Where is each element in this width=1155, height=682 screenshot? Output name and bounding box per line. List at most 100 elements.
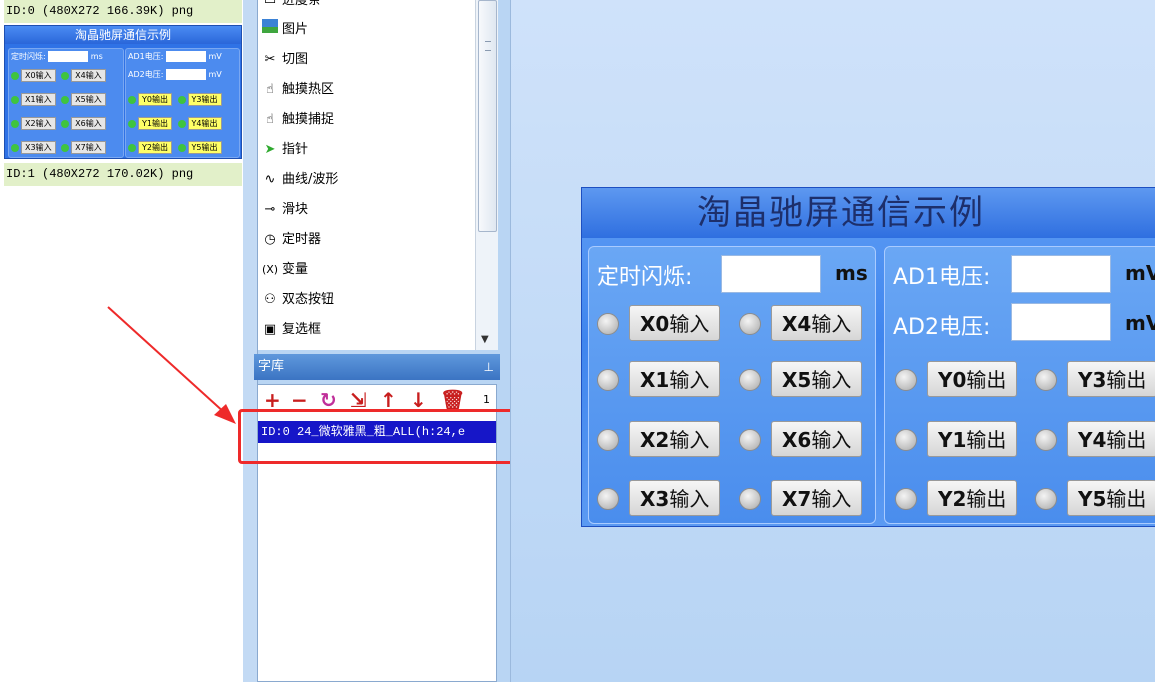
hand-icon: ☝ (266, 82, 274, 97)
picture-icon (260, 17, 280, 43)
x1-input-button[interactable]: X1输入 (629, 361, 721, 397)
image-list-item[interactable]: ID:0 (480X272 166.39K) png (4, 0, 242, 23)
thumbnail-button: X0输入 (21, 69, 56, 82)
button-text: 输出 (966, 428, 1007, 452)
thumbnail-led-icon (177, 119, 186, 128)
thumbnail-button: X7输入 (71, 141, 106, 154)
tool-label: 定时器 (282, 232, 322, 247)
panel-splitter[interactable] (243, 0, 258, 682)
button-code: X1 (640, 368, 670, 392)
thumbnail-ad2-label: AD2电压: (128, 70, 164, 79)
x6-input-button[interactable]: X6输入 (771, 421, 863, 457)
thumbnail-button: Y2输出 (138, 141, 172, 154)
tools-scrollbar[interactable]: ▼ (475, 0, 498, 350)
x4-input-button[interactable]: X4输入 (771, 305, 863, 341)
thumbnail-led-icon (128, 95, 136, 104)
ad1-voltage-field[interactable] (1011, 255, 1111, 293)
thumbnail-right-group: AD1电压: mV AD2电压: mV Y0输出 Y3输出 Y1输出 Y4输出 … (125, 48, 240, 158)
tool-touch-hotspot[interactable]: ☝ 触摸热区 (260, 77, 334, 103)
x7-input-button[interactable]: X7输入 (771, 480, 863, 516)
tool-label: 进度条 (282, 0, 322, 8)
hmi-screen-preview[interactable]: 淘晶驰屏通信示例 定时闪烁: ms X0输入 X4输入 X1输入 X5输入 X2… (581, 187, 1155, 527)
led-icon (739, 313, 761, 335)
thumbnail-led-icon (61, 95, 70, 104)
thumbnail-button: X2输入 (21, 117, 56, 130)
scrollbar-thumb[interactable] (478, 0, 497, 232)
y5-output-button[interactable]: Y5输出 (1067, 480, 1155, 516)
y1-output-button[interactable]: Y1输出 (927, 421, 1018, 457)
thumbnail-field (165, 51, 206, 62)
ad2-voltage-field[interactable] (1011, 303, 1111, 341)
flash-timer-field[interactable] (721, 255, 821, 293)
button-text: 输入 (811, 368, 852, 392)
button-code: X7 (782, 487, 812, 511)
tool-picture[interactable]: 图片 (260, 17, 308, 43)
toggle-button-icon: ⚇ (264, 292, 276, 307)
thumbnail-led-icon (11, 95, 19, 104)
tool-crop[interactable]: ✂ 切图 (260, 47, 308, 73)
x5-input-button[interactable]: X5输入 (771, 361, 863, 397)
highlight-box (238, 409, 518, 464)
button-text: 输入 (669, 312, 710, 336)
tool-progress-bar[interactable]: ▭ 进度条 (260, 0, 321, 14)
tool-variable[interactable]: (X) 变量 (260, 257, 308, 283)
thumbnail-field (165, 69, 206, 80)
button-code: X3 (640, 487, 670, 511)
ad1-voltage-label: AD1电压: (893, 265, 991, 290)
thumbnail-led-icon (61, 143, 70, 152)
thumbnail-button: Y1输出 (138, 117, 172, 130)
thumbnail-button: X5输入 (71, 93, 106, 106)
thumbnail-button: X6输入 (71, 117, 106, 130)
pointer-arrow-icon: ➤ (264, 142, 276, 157)
ad2-voltage-label: AD2电压: (893, 315, 991, 340)
x3-input-button[interactable]: X3输入 (629, 480, 721, 516)
thumbnail-led-icon (177, 95, 186, 104)
image-thumbnail[interactable]: 淘晶驰屏通信示例 定时闪烁: ms X0输入 X4输入 X1输入 X5输入 X2… (4, 25, 242, 159)
thumbnail-button: X1输入 (21, 93, 56, 106)
tool-timer[interactable]: ◷ 定时器 (260, 227, 321, 253)
led-icon (597, 429, 619, 451)
thumbnail-button: X4输入 (71, 69, 106, 82)
button-code: Y5 (1078, 487, 1107, 511)
button-code: Y1 (938, 428, 967, 452)
screen-title: 淘晶驰屏通信示例 (582, 188, 1155, 238)
x2-input-button[interactable]: X2输入 (629, 421, 721, 457)
thumbnail-button: X3输入 (21, 141, 56, 154)
led-icon (739, 429, 761, 451)
wave-icon: ∿ (264, 172, 276, 187)
thumbnail-mv-unit: mV (208, 70, 222, 79)
y0-output-button[interactable]: Y0输出 (927, 361, 1018, 397)
led-icon (597, 313, 619, 335)
thumbnail-button: Y5输出 (187, 141, 222, 154)
tool-label: 触摸热区 (282, 82, 335, 97)
tool-toggle-button[interactable]: ⚇ 双态按钮 (260, 287, 334, 313)
thumbnail-led-icon (61, 71, 70, 80)
led-icon (895, 369, 917, 391)
tools-panel: ▭ 进度条 图片 ✂ 切图 ☝ 触摸热区 ☝ 触摸捕捉 ➤ 指针 ∿ 曲线/波形 ⊸ 滑块 ◷… (257, 0, 497, 350)
button-text: 输入 (669, 487, 710, 511)
x0-input-button[interactable]: X0输入 (629, 305, 721, 341)
thumbnail-flash-label: 定时闪烁: (11, 52, 46, 61)
thumbnail-led-icon (177, 143, 186, 152)
button-code: X2 (640, 428, 670, 452)
y2-output-button[interactable]: Y2输出 (927, 480, 1018, 516)
button-code: X4 (782, 312, 812, 336)
scroll-down-icon[interactable]: ▼ (481, 334, 489, 345)
y3-output-button[interactable]: Y3输出 (1067, 361, 1155, 397)
button-code: Y4 (1078, 428, 1107, 452)
progress-bar-icon: ▭ (263, 0, 277, 8)
tool-touch-capture[interactable]: ☝ 触摸捕捉 (260, 107, 334, 133)
variable-icon: (X) (261, 263, 279, 276)
tool-curve-waveform[interactable]: ∿ 曲线/波形 (260, 167, 339, 193)
image-list-item[interactable]: ID:1 (480X272 170.02K) png (4, 163, 242, 186)
led-icon (739, 369, 761, 391)
tool-checkbox[interactable]: ▣ 复选框 (260, 317, 321, 343)
tool-slider[interactable]: ⊸ 滑块 (260, 197, 308, 223)
pin-icon[interactable]: ⊥ (484, 354, 494, 380)
thumbnail-ms-unit: ms (90, 52, 103, 61)
button-text: 输出 (1106, 368, 1147, 392)
tool-label: 指针 (282, 142, 309, 157)
led-icon (895, 488, 917, 510)
y4-output-button[interactable]: Y4输出 (1067, 421, 1155, 457)
tool-pointer[interactable]: ➤ 指针 (260, 137, 308, 163)
